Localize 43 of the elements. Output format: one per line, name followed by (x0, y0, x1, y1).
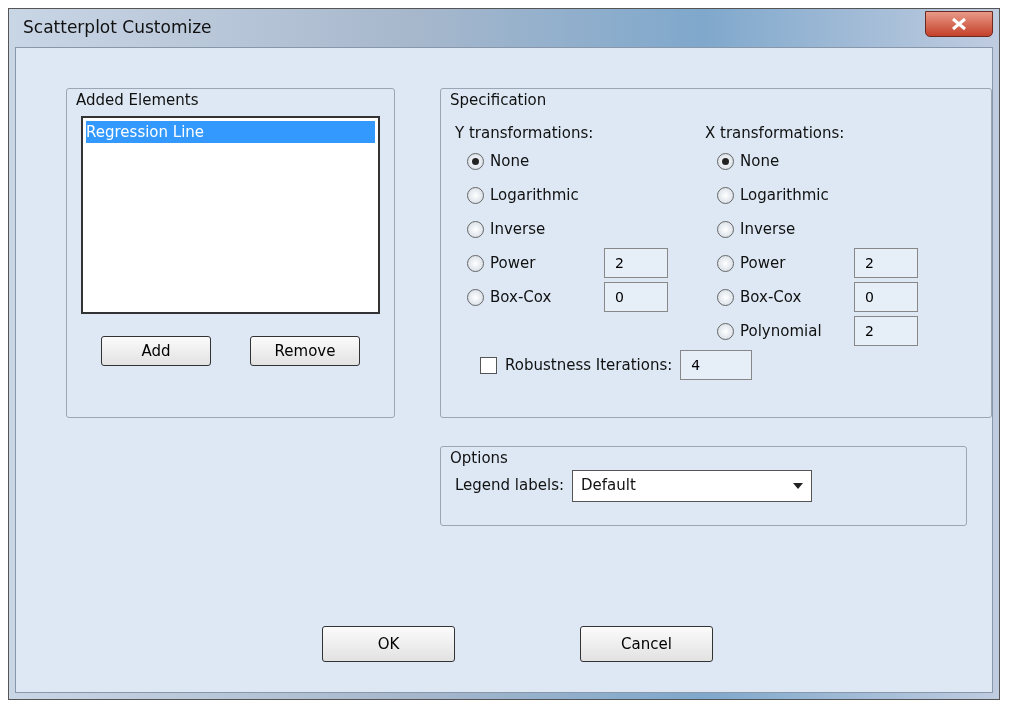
radio-button[interactable] (717, 322, 734, 340)
caret-icon (793, 482, 803, 489)
close-button[interactable] (925, 11, 993, 37)
radio-button[interactable] (717, 152, 734, 170)
radio-label: Box-Cox (740, 286, 803, 308)
legend-dropdown[interactable]: Default (572, 469, 812, 502)
field-label: Legend labels: (455, 475, 564, 497)
dialog-button[interactable]: Add (101, 335, 211, 366)
radio-label: Inverse (490, 218, 547, 240)
radio-label: Logarithmic (740, 184, 830, 206)
radio-button[interactable] (467, 220, 484, 238)
number-field[interactable]: 2 (854, 316, 918, 346)
radio-button[interactable] (717, 288, 734, 306)
column-heading: Y transformations: (455, 122, 595, 144)
radio-label: Power (740, 252, 787, 274)
radio-label: Power (490, 252, 537, 274)
radio-button[interactable] (717, 186, 734, 204)
dialog-button[interactable]: Cancel (580, 626, 713, 662)
dialog-button[interactable]: OK (322, 626, 455, 662)
radio-button[interactable] (717, 220, 734, 238)
window-title: Scatterplot Customize (23, 16, 212, 40)
radio-button[interactable] (467, 152, 484, 170)
radio-label: Box-Cox (490, 286, 553, 308)
radio-button[interactable] (717, 254, 734, 272)
column-heading: X transformations: (705, 122, 846, 144)
radio-button[interactable] (467, 186, 484, 204)
number-field[interactable]: 0 (854, 282, 918, 312)
radio-label: None (740, 150, 781, 172)
radio-button[interactable] (467, 288, 484, 306)
radio-label: Polynomial (740, 320, 823, 342)
number-field[interactable]: 0 (604, 282, 668, 312)
close-icon (951, 17, 967, 31)
radio-label: None (490, 150, 531, 172)
number-field[interactable]: 2 (854, 248, 918, 278)
dialog-button[interactable]: Remove (250, 335, 360, 366)
number-field[interactable]: 2 (604, 248, 668, 278)
radio-label: Inverse (740, 218, 797, 240)
checkbox-label: Robustness Iterations: (505, 354, 673, 376)
number-field[interactable]: 4 (680, 350, 753, 380)
radio-button[interactable] (467, 254, 484, 272)
radio-label: Logarithmic (490, 184, 580, 206)
checkbox[interactable] (480, 356, 497, 374)
dropdown-value: Default (581, 475, 636, 497)
